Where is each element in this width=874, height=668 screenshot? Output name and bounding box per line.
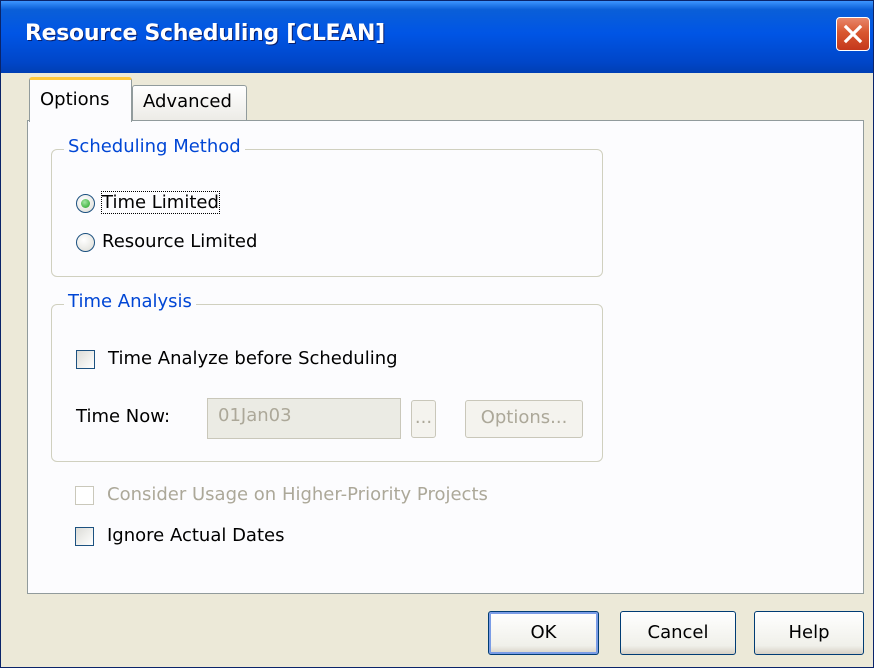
checkbox-box bbox=[76, 350, 95, 369]
tab-options-label: Options bbox=[40, 89, 110, 110]
time-analysis-options-button[interactable]: Options... bbox=[465, 400, 583, 438]
radio-unselected-indicator bbox=[76, 233, 95, 252]
ok-button[interactable]: OK bbox=[488, 611, 599, 655]
close-button[interactable] bbox=[836, 17, 870, 51]
resource-scheduling-dialog: Resource Scheduling [CLEAN] Options Adva… bbox=[0, 0, 874, 668]
time-limited-label: Time Limited bbox=[101, 191, 220, 214]
time-now-browse-button[interactable]: ... bbox=[411, 400, 436, 438]
close-icon bbox=[843, 24, 863, 44]
tab-options[interactable]: Options bbox=[29, 77, 132, 122]
time-analyze-label: Time Analyze before Scheduling bbox=[108, 348, 398, 369]
time-analyze-checkbox[interactable]: Time Analyze before Scheduling bbox=[76, 348, 416, 372]
options-tab-panel: Scheduling Method Time Limited Resource … bbox=[27, 120, 864, 594]
time-now-label: Time Now: bbox=[76, 406, 171, 427]
ignore-actual-dates-label: Ignore Actual Dates bbox=[107, 525, 285, 546]
checkbox-box bbox=[75, 486, 94, 505]
time-analysis-group: Time Analysis Time Analyze before Schedu… bbox=[51, 291, 603, 462]
checkbox-box bbox=[75, 527, 94, 546]
title-bar[interactable]: Resource Scheduling [CLEAN] bbox=[1, 1, 873, 73]
resource-limited-radio[interactable]: Resource Limited bbox=[76, 231, 296, 255]
window-title: Resource Scheduling [CLEAN] bbox=[25, 21, 385, 46]
consider-usage-checkbox[interactable]: Consider Usage on Higher-Priority Projec… bbox=[75, 484, 535, 508]
resource-limited-label: Resource Limited bbox=[102, 231, 258, 252]
time-now-input[interactable]: 01Jan03 bbox=[207, 398, 401, 439]
consider-usage-label: Consider Usage on Higher-Priority Projec… bbox=[107, 484, 488, 505]
scheduling-method-legend: Scheduling Method bbox=[64, 136, 245, 157]
cancel-button[interactable]: Cancel bbox=[620, 611, 736, 655]
scheduling-method-group: Scheduling Method Time Limited Resource … bbox=[51, 136, 603, 277]
ignore-actual-dates-checkbox[interactable]: Ignore Actual Dates bbox=[75, 525, 335, 549]
radio-selected-indicator bbox=[76, 194, 95, 213]
time-limited-radio[interactable]: Time Limited bbox=[76, 191, 256, 216]
help-button[interactable]: Help bbox=[754, 611, 864, 655]
tab-advanced-label: Advanced bbox=[143, 91, 232, 112]
tab-advanced[interactable]: Advanced bbox=[132, 85, 247, 121]
time-analysis-legend: Time Analysis bbox=[64, 291, 196, 312]
